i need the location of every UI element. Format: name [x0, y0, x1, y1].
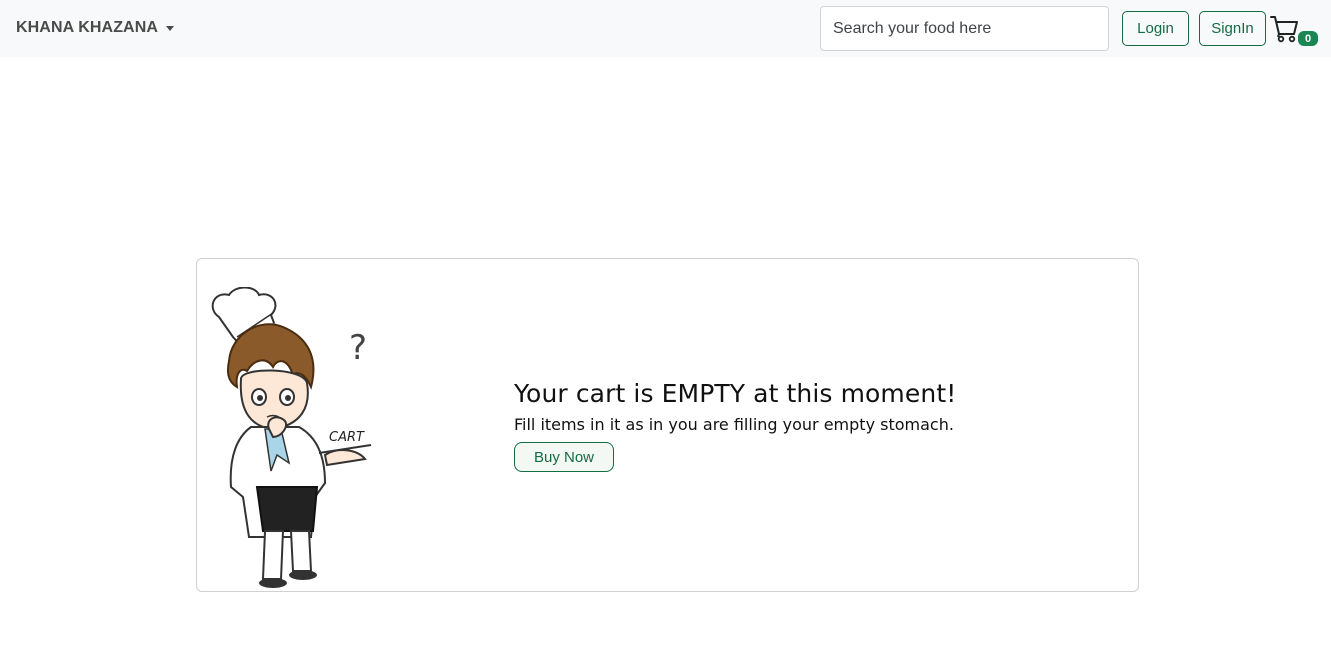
empty-cart-card: ? CART Your cart is EMPTY at this moment… [196, 258, 1139, 592]
search-input[interactable] [820, 6, 1109, 51]
cart-count-badge: 0 [1298, 31, 1318, 46]
cart-illustration-label: CART [329, 430, 365, 445]
empty-cart-heading: Your cart is EMPTY at this moment! [514, 379, 957, 408]
brand-dropdown[interactable]: KHANA KHAZANA [16, 18, 175, 38]
signin-button[interactable]: SignIn [1199, 11, 1266, 46]
svg-text:?: ? [349, 328, 367, 368]
chef-illustration: ? CART [211, 287, 372, 588]
cart-button[interactable]: 0 [1270, 14, 1320, 48]
login-button[interactable]: Login [1122, 11, 1189, 46]
buy-now-button[interactable]: Buy Now [514, 442, 614, 472]
empty-cart-text: Fill items in it as in you are filling y… [514, 415, 954, 434]
navbar: KHANA KHAZANA Login SignIn 0 [0, 0, 1331, 57]
cart-icon [1270, 16, 1298, 43]
brand-label: KHANA KHAZANA [16, 19, 159, 36]
caret-down-icon [166, 25, 175, 31]
empty-cart-message: Your cart is EMPTY at this moment! Fill … [514, 379, 956, 472]
